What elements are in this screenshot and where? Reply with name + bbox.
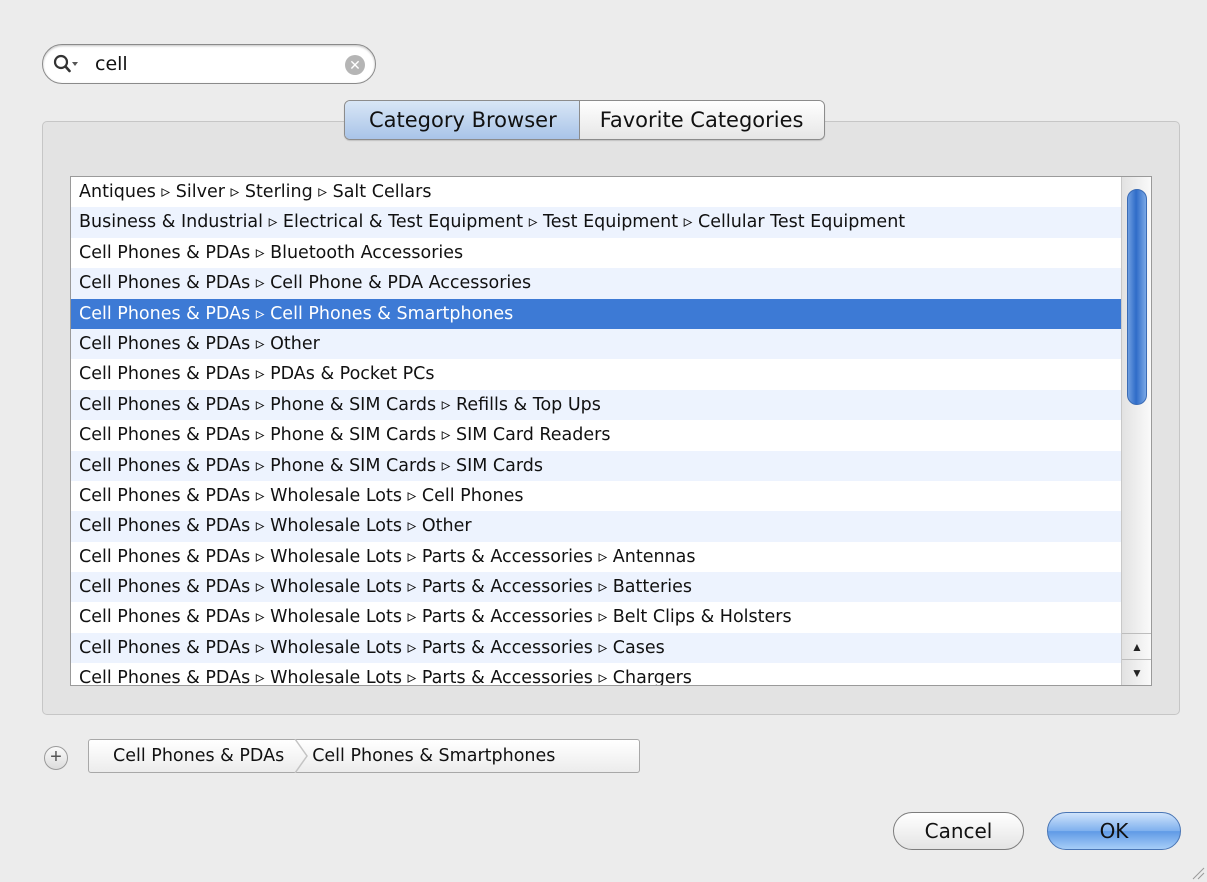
- path-separator-icon: [294, 739, 309, 773]
- list-item[interactable]: Cell Phones & PDAs ▹ Other: [71, 328, 1121, 360]
- list-item[interactable]: Cell Phones & PDAs ▹ Wholesale Lots ▹ Pa…: [71, 632, 1121, 664]
- list-item[interactable]: Cell Phones & PDAs ▹ Phone & SIM Cards ▹…: [71, 389, 1121, 421]
- category-rows: Antiques ▹ Silver ▹ Sterling ▹ Salt Cell…: [71, 177, 1121, 685]
- list-item[interactable]: Cell Phones & PDAs ▹ Wholesale Lots ▹ Pa…: [71, 572, 1121, 603]
- scroll-up-icon[interactable]: ▲: [1122, 633, 1151, 659]
- list-item[interactable]: Cell Phones & PDAs ▹ Phone & SIM Cards ▹…: [71, 450, 1121, 481]
- cancel-button[interactable]: Cancel: [893, 812, 1024, 850]
- category-list[interactable]: Antiques ▹ Silver ▹ Sterling ▹ Salt Cell…: [70, 176, 1152, 686]
- list-item[interactable]: Cell Phones & PDAs ▹ Wholesale Lots ▹ Ce…: [71, 481, 1121, 511]
- resize-grip-icon[interactable]: [1191, 866, 1205, 880]
- list-item[interactable]: Cell Phones & PDAs ▹ Bluetooth Accessori…: [71, 238, 1121, 268]
- scroll-thumb[interactable]: [1127, 189, 1147, 405]
- list-item[interactable]: Antiques ▹ Silver ▹ Sterling ▹ Salt Cell…: [71, 177, 1121, 207]
- tab-favorite-categories[interactable]: Favorite Categories: [579, 101, 824, 139]
- list-item[interactable]: Cell Phones & PDAs ▹ Wholesale Lots ▹ Pa…: [71, 663, 1121, 685]
- path-crumb-parent[interactable]: Cell Phones & PDAs: [89, 746, 284, 766]
- tab-bar: Category Browser Favorite Categories: [344, 100, 825, 140]
- list-item[interactable]: Business & Industrial ▹ Electrical & Tes…: [71, 207, 1121, 238]
- vertical-scrollbar[interactable]: ▲ ▼: [1121, 177, 1151, 685]
- list-item[interactable]: Cell Phones & PDAs ▹ Wholesale Lots ▹ Pa…: [71, 542, 1121, 572]
- search-icon[interactable]: [53, 53, 79, 75]
- path-crumb-current[interactable]: Cell Phones & Smartphones: [308, 746, 555, 766]
- tab-category-browser[interactable]: Category Browser: [345, 101, 580, 139]
- list-item[interactable]: Cell Phones & PDAs ▹ Wholesale Lots ▹ Ot…: [71, 511, 1121, 542]
- clear-search-icon[interactable]: ✕: [345, 55, 365, 75]
- list-item[interactable]: Cell Phones & PDAs ▹ Wholesale Lots ▹ Pa…: [71, 602, 1121, 632]
- category-path-bar: Cell Phones & PDAs Cell Phones & Smartph…: [88, 739, 640, 773]
- search-input[interactable]: [95, 51, 335, 77]
- add-favorite-button[interactable]: +: [44, 746, 68, 770]
- scroll-down-icon[interactable]: ▼: [1122, 659, 1151, 685]
- list-item[interactable]: Cell Phones & PDAs ▹ Phone & SIM Cards ▹…: [71, 420, 1121, 450]
- list-item[interactable]: Cell Phones & PDAs ▹ Cell Phones & Smart…: [71, 298, 1121, 329]
- search-field[interactable]: ✕: [42, 44, 376, 84]
- ok-button[interactable]: OK: [1047, 812, 1181, 850]
- list-item[interactable]: Cell Phones & PDAs ▹ PDAs & Pocket PCs: [71, 359, 1121, 389]
- list-item[interactable]: Cell Phones & PDAs ▹ Cell Phone & PDA Ac…: [71, 268, 1121, 299]
